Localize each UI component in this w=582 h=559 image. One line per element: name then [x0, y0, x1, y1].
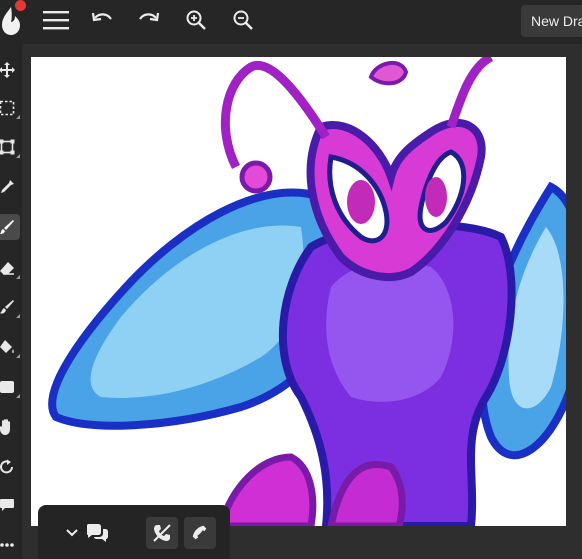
rectangle-shape-icon: [0, 381, 14, 393]
chat-bubbles-icon[interactable]: [84, 517, 110, 549]
paint-bucket-icon: [0, 340, 14, 353]
more-tools[interactable]: [0, 532, 20, 558]
transform-icon: [0, 139, 15, 155]
smudge-tool[interactable]: [0, 294, 20, 320]
phone-icon[interactable]: [184, 517, 216, 549]
chevron-down-icon[interactable]: [62, 517, 82, 549]
eraser-tool[interactable]: [0, 255, 20, 281]
hand-tool[interactable]: [0, 414, 20, 440]
smudge-brush-icon: [0, 300, 14, 314]
hand-icon: [0, 419, 10, 435]
speech-bubble-icon: [0, 499, 14, 511]
zoom-in-icon[interactable]: [180, 6, 212, 34]
more-dots-icon: [0, 543, 14, 547]
new-drawing-button[interactable]: New Dra: [521, 5, 582, 37]
brush-icon: [0, 220, 14, 234]
notification-badge: [15, 0, 26, 11]
rotate-tool[interactable]: [0, 454, 20, 480]
move-tool[interactable]: [0, 57, 20, 83]
marquee-select-icon: [0, 100, 15, 116]
drawing-canvas[interactable]: [31, 57, 566, 526]
undo-icon[interactable]: [86, 6, 118, 34]
rotate-icon: [0, 459, 13, 474]
hamburger-menu-icon[interactable]: [40, 6, 72, 34]
transform-tool[interactable]: [0, 134, 20, 160]
zoom-out-icon[interactable]: [227, 6, 259, 34]
comment-tool[interactable]: [0, 492, 20, 518]
brush-tool[interactable]: [0, 214, 20, 240]
top-toolbar: New Dra: [0, 0, 582, 44]
fill-tool[interactable]: [0, 334, 20, 360]
shape-tool[interactable]: [0, 374, 20, 400]
eyedropper-tool[interactable]: [0, 174, 20, 200]
select-tool[interactable]: [0, 95, 20, 121]
eraser-icon: [0, 262, 14, 275]
mute-voice-icon[interactable]: [146, 517, 178, 549]
tool-sidebar: [0, 44, 22, 559]
artwork-image: [48, 57, 566, 526]
redo-icon[interactable]: [133, 6, 165, 34]
chat-bar: [38, 505, 230, 559]
move-icon: [0, 62, 15, 78]
eyedropper-icon: [1, 180, 14, 193]
